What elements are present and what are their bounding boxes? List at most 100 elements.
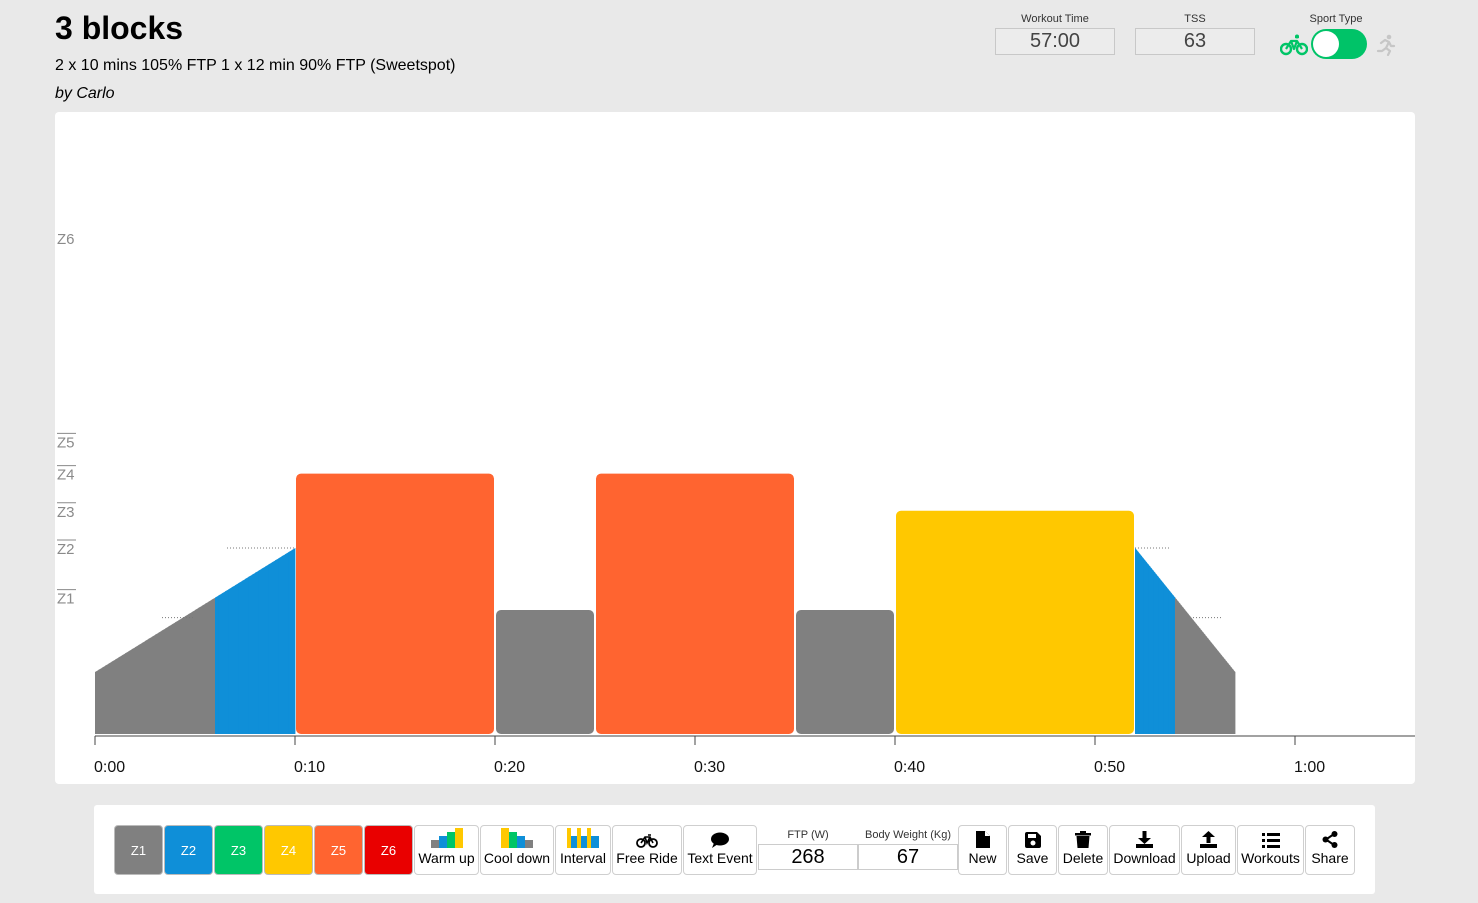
warmup-ramp-slice — [121, 653, 126, 734]
download-icon — [1136, 831, 1153, 848]
zone-label-z5: Z5 — [57, 434, 75, 451]
zone-button-z2[interactable]: Z2 — [164, 825, 213, 875]
freeride-button[interactable]: Free Ride — [612, 825, 682, 875]
freeride-label: Free Ride — [616, 850, 678, 866]
warmup-ramp-slice — [271, 560, 276, 734]
workout-time-value: 57:00 — [995, 28, 1115, 55]
warmup-ramp-slice — [101, 665, 106, 734]
run-icon[interactable] — [1376, 34, 1396, 56]
share-icon — [1322, 831, 1338, 848]
ftp-input[interactable]: 268 — [758, 844, 858, 870]
bike-icon[interactable] — [1280, 34, 1308, 56]
warmup-ramp-slice — [105, 663, 109, 734]
warmup-ramp-slice — [201, 603, 206, 734]
warmup-ramp-slice — [241, 579, 246, 734]
upload-label: Upload — [1186, 850, 1231, 866]
warmup-ramp-slice — [231, 585, 236, 734]
warmup-ramp-slice — [281, 554, 286, 734]
warmup-ramp-slice — [278, 556, 283, 734]
zone-button-z4[interactable]: Z4 — [264, 825, 313, 875]
warmup-ramp-slice — [255, 570, 259, 734]
warmup-ramp-slice — [141, 641, 146, 734]
zone-label-z4: Z4 — [57, 467, 75, 484]
warmup-ramp-slice — [145, 638, 149, 734]
x-tick-label: 0:20 — [494, 759, 525, 776]
toggle-knob — [1313, 31, 1339, 57]
tss-value: 63 — [1135, 28, 1255, 55]
warmup-ramp-slice — [165, 626, 169, 734]
zone-label-z1: Z1 — [57, 591, 75, 608]
save-label: Save — [1016, 850, 1049, 866]
workout-chart-svg: Z1 Z2 Z3 Z4 Z5 Z6 0:00 0:10 0:20 0:30 0:40 0:50 1:00 — [57, 231, 1415, 776]
workout-author[interactable]: by Carlo — [55, 85, 115, 103]
interval-button[interactable]: Interval — [555, 825, 611, 875]
workout-title[interactable]: 3 blocks — [55, 10, 183, 47]
warmup-ramp-slice — [225, 589, 229, 734]
cooldown-ramp-slice — [1233, 669, 1236, 734]
warmup-ramp-slice — [138, 643, 143, 734]
warmup-ramp-slice — [208, 599, 213, 734]
x-tick-label: 0:00 — [94, 759, 125, 776]
warmup-ramp-slice — [161, 628, 166, 734]
warmup-ramp-slice — [181, 616, 186, 734]
warmup-ramp-slice — [268, 562, 273, 734]
body-weight-input[interactable]: 67 — [858, 844, 958, 870]
warmup-ramp-slice — [185, 614, 189, 734]
warmup-ramp-slice — [275, 558, 279, 734]
warmup-ramp-slice — [228, 587, 233, 734]
text-event-label: Text Event — [687, 850, 753, 866]
workout-time-stat: Workout Time 57:00 — [995, 13, 1115, 55]
share-label: Share — [1311, 850, 1349, 866]
delete-label: Delete — [1062, 850, 1104, 866]
workout-block-2 — [496, 610, 594, 734]
warmup-ramp-slice — [291, 548, 296, 734]
save-button[interactable]: Save — [1008, 825, 1057, 875]
warmup-ramp-slice — [125, 651, 129, 734]
tss-label: TSS — [1184, 13, 1206, 25]
comment-icon — [711, 832, 729, 848]
warmup-ramp-slice — [148, 636, 153, 734]
cooldown-button[interactable]: Cool down — [480, 825, 554, 875]
sport-type: Sport Type — [1276, 13, 1396, 59]
zone-label-z2: Z2 — [57, 541, 75, 558]
upload-button[interactable]: Upload — [1181, 825, 1236, 875]
warmup-ramp-slice — [288, 550, 293, 734]
warmup-ramp-slice — [205, 601, 209, 734]
warmup-ramp-slice — [171, 622, 176, 734]
workout-chart[interactable]: Z1 Z2 Z3 Z4 Z5 Z6 0:00 0:10 0:20 0:30 0:40 0:50 1:00 — [55, 112, 1415, 784]
zone-button-z6[interactable]: Z6 — [364, 825, 413, 875]
download-button[interactable]: Download — [1109, 825, 1180, 875]
warmup-ramp-slice — [258, 568, 263, 734]
x-tick-label: 0:10 — [294, 759, 325, 776]
warmup-ramp-slice — [131, 647, 136, 734]
list-icon — [1261, 833, 1280, 848]
file-icon — [975, 831, 990, 848]
zone-button-z1[interactable]: Z1 — [114, 825, 163, 875]
zone-button-z3[interactable]: Z3 — [214, 825, 263, 875]
share-button[interactable]: Share — [1305, 825, 1355, 875]
delete-button[interactable]: Delete — [1058, 825, 1108, 875]
ftp-field: FTP (W) 268 — [758, 829, 858, 870]
workouts-button[interactable]: Workouts — [1237, 825, 1304, 875]
warmup-ramp-slice — [238, 581, 243, 734]
warmup-ramp-slice — [111, 659, 116, 734]
x-tick-label: 0:40 — [894, 759, 925, 776]
text-event-button[interactable]: Text Event — [683, 825, 757, 875]
warmup-ramp-slice — [248, 574, 253, 734]
interval-icon — [567, 828, 599, 848]
warmup-ramp-slice — [135, 645, 139, 734]
workout-block-1 — [296, 473, 494, 734]
warmup-ramp-slice — [178, 618, 183, 734]
toolbar: Z1 Z2 Z3 Z4 Z5 Z6 Warm up Cool down Inte… — [94, 805, 1375, 894]
warmup-button[interactable]: Warm up — [414, 825, 479, 875]
workout-description[interactable]: 2 x 10 mins 105% FTP 1 x 12 min 90% FTP … — [55, 57, 455, 75]
workout-block-4 — [796, 610, 894, 734]
warmup-ramp-slice — [108, 661, 113, 734]
new-button[interactable]: New — [958, 825, 1007, 875]
warmup-ramp-slice — [155, 632, 159, 734]
sport-type-toggle[interactable] — [1311, 29, 1367, 59]
warmup-ramp-slice — [168, 624, 173, 734]
warmup-icon — [430, 828, 463, 848]
zone-button-z5[interactable]: Z5 — [314, 825, 363, 875]
warmup-ramp-slice — [151, 634, 156, 734]
